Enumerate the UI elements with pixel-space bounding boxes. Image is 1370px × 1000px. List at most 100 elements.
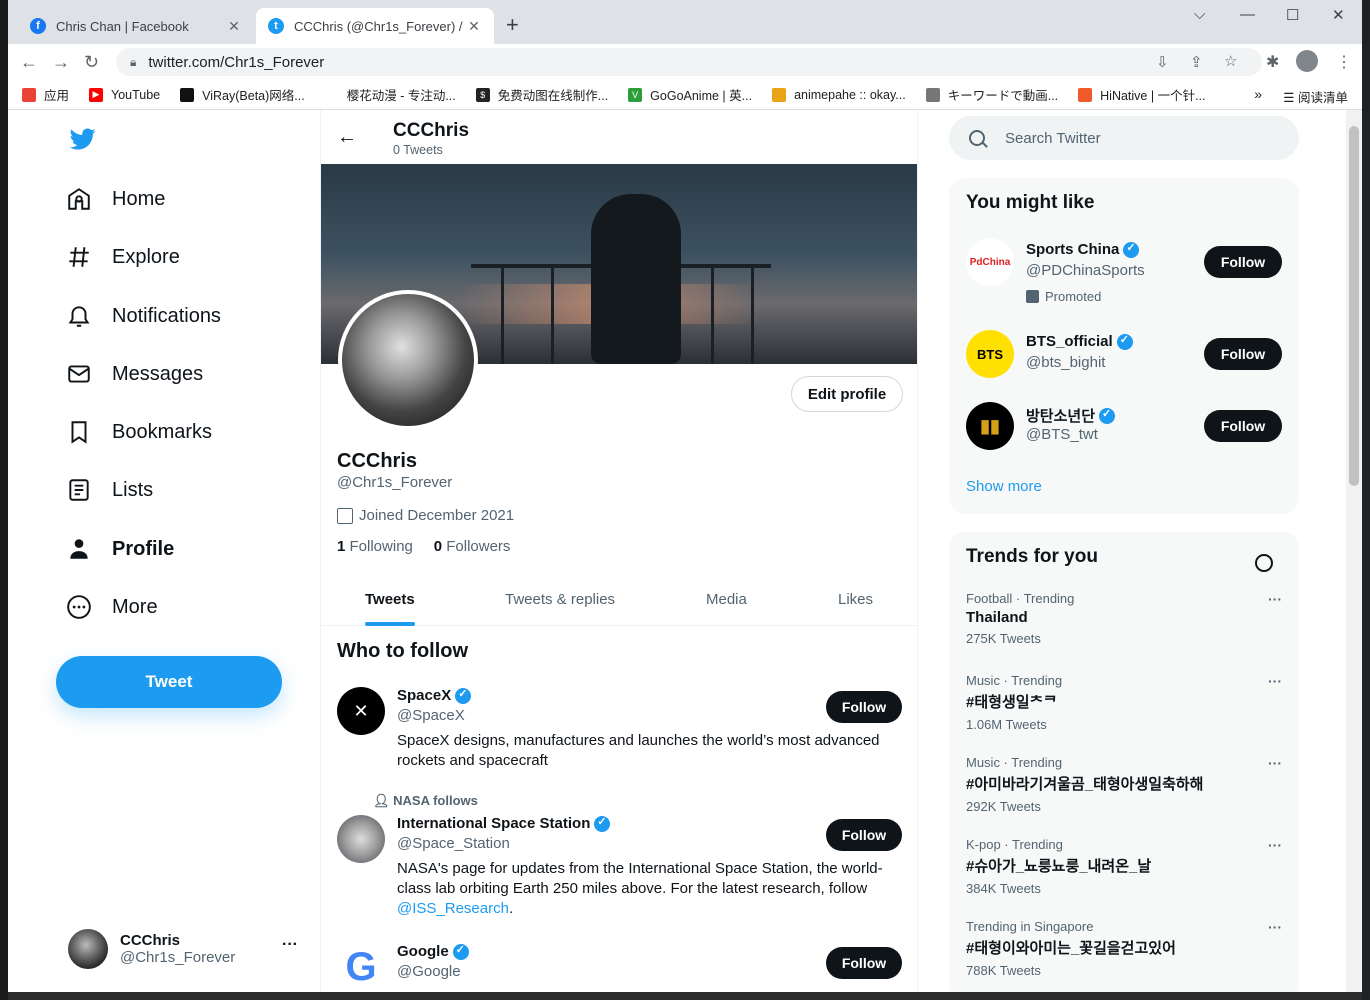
nav-lists[interactable]: Lists (66, 465, 153, 515)
more-dots-icon[interactable]: ··· (1268, 919, 1282, 935)
person-icon: 👤︎ (373, 793, 394, 808)
account-handle: @Space_Station (397, 835, 510, 852)
bookmark-youtube[interactable]: ▶ YouTube (89, 87, 161, 102)
gogoanime-icon: V (628, 87, 643, 102)
pdchina-logo-icon: PdChina (966, 238, 1014, 286)
share-icon[interactable]: ⇪ (1190, 53, 1203, 71)
reload-icon[interactable]: ↻ (84, 52, 99, 73)
bookmark-gogoanime[interactable]: V GoGoAnime | 英... (628, 85, 752, 104)
suggestion-google[interactable]: G Google @Google (337, 943, 903, 992)
minimize-icon[interactable]: — (1240, 6, 1255, 23)
following-link[interactable]: 1 Following (337, 538, 413, 555)
nav-messages[interactable]: Messages (66, 349, 203, 399)
trend-topic: #슈아가_뇨룽뇨룽_내려온_날 (966, 858, 1152, 875)
follow-button[interactable]: Follow (1204, 246, 1282, 278)
tab-media[interactable]: Media (706, 572, 747, 626)
profile-header-bar: ← CCChris 0 Tweets (321, 110, 917, 164)
nav-notifications[interactable]: Notifications (66, 291, 221, 341)
search-input[interactable]: Search Twitter (949, 116, 1299, 160)
follow-button[interactable]: Follow (1204, 338, 1282, 370)
tab-facebook[interactable]: f Chris Chan | Facebook ✕ (18, 8, 254, 44)
tab-tweets-replies[interactable]: Tweets & replies (505, 572, 615, 626)
reading-list[interactable]: ☰ 阅读清单 (1283, 87, 1348, 106)
extensions-puzzle-icon[interactable]: ✱ (1266, 52, 1279, 72)
show-more-link[interactable]: Show more (966, 478, 1042, 495)
more-dots-icon[interactable]: ··· (1268, 673, 1282, 689)
browser-menu-icon[interactable]: ⋮ (1336, 52, 1352, 72)
bookmark-keyword-video[interactable]: キーワードで動画... (925, 85, 1058, 104)
trend-item[interactable]: Music · Trending #아미바라기겨울곰_태형아생일축하해 292K… (966, 755, 1282, 814)
bookmark-apps[interactable]: 应用 (22, 85, 69, 104)
nav-label: Home (112, 187, 166, 210)
trend-item[interactable]: Trending in Singapore #태형이와아미는_꽃길을걷고있어 7… (966, 919, 1282, 978)
profile-avatar[interactable] (338, 290, 478, 430)
tab-likes[interactable]: Likes (838, 572, 873, 626)
suggestion-bts-official[interactable]: BTS BTS_official @bts_bighit Follow (966, 330, 1282, 380)
suggestion-sports-china[interactable]: PdChina Sports China @PDChinaSports Prom… (966, 238, 1282, 310)
suggestion-bts-twt[interactable]: ▮▮ 방탄소년단 @BTS_twt Follow (966, 402, 1282, 452)
gear-icon[interactable] (1255, 554, 1273, 572)
follow-button[interactable]: Follow (826, 819, 902, 851)
twitter-logo-icon[interactable] (68, 126, 98, 152)
nav-profile[interactable]: Profile (66, 524, 174, 574)
suggestion-spacex[interactable]: ✕ SpaceX @SpaceX SpaceX designs, manufac… (337, 687, 903, 787)
yinghua-icon (324, 87, 339, 102)
bookmark-viray[interactable]: ViRay(Beta)网络... (180, 85, 305, 104)
scrollbar-thumb[interactable] (1349, 126, 1359, 486)
tab-tweets[interactable]: Tweets (365, 572, 415, 626)
follow-button[interactable]: Follow (1204, 410, 1282, 442)
bookmark-label: 免费动图在线制作... (497, 89, 609, 103)
page-scrollbar[interactable] (1346, 110, 1362, 992)
browser-profile-avatar[interactable] (1296, 50, 1318, 72)
nav-more[interactable]: More (66, 582, 158, 632)
account-switcher[interactable]: CCChris @Chr1s_Forever ··· (68, 928, 298, 970)
more-dots-icon[interactable]: ··· (1268, 591, 1282, 607)
dollar-icon: $ (475, 87, 490, 102)
close-icon[interactable]: ✕ (466, 18, 482, 35)
tab-search-chevron-icon[interactable]: ⌵ (1194, 6, 1205, 23)
follow-button[interactable]: Follow (826, 947, 902, 979)
trend-item[interactable]: Music · Trending #태형생일ᄎᄏ 1.06M Tweets ··… (966, 673, 1282, 732)
maximize-icon[interactable]: ☐ (1286, 6, 1299, 24)
promoted-label: Promoted (1026, 289, 1101, 304)
twitter-icon: t (268, 18, 284, 34)
verified-badge-icon (455, 687, 472, 704)
more-circle-icon (67, 595, 91, 619)
back-arrow-icon[interactable]: ← (337, 126, 357, 149)
close-window-icon[interactable]: ✕ (1332, 6, 1345, 24)
bookmark-gif-maker[interactable]: $ 免费动图在线制作... (475, 85, 609, 104)
address-bar[interactable]: 🔒︎ twitter.com/Chr1s_Forever ⇩ ⇪ ☆ (116, 48, 1262, 76)
nav-label: Bookmarks (112, 420, 213, 443)
mention-link[interactable]: @ISS_Research (397, 900, 509, 917)
tweet-button[interactable]: Tweet (56, 656, 282, 708)
suggestion-iss[interactable]: 👤︎ NASA follows International Space Stat… (337, 793, 903, 925)
more-dots-icon[interactable]: ··· (1268, 837, 1282, 853)
bookmark-yinghua[interactable]: 樱花动漫 - 专注动... (324, 85, 456, 104)
bookmark-hinative[interactable]: HiNative | 一个针... (1078, 85, 1206, 104)
star-icon[interactable]: ☆ (1224, 52, 1237, 70)
nav-explore[interactable]: Explore (66, 232, 180, 282)
followers-link[interactable]: 0 Followers (434, 538, 511, 555)
follow-button[interactable]: Follow (826, 691, 902, 723)
bookmark-animepahe[interactable]: animepahe :: okay... (772, 87, 906, 102)
trend-item[interactable]: K-pop · Trending #슈아가_뇨룽뇨룽_내려온_날 384K Tw… (966, 837, 1282, 896)
header-name: CCChris (393, 120, 470, 141)
bookmark-label: YouTube (111, 87, 161, 102)
spacex-avatar: ✕ (337, 687, 385, 735)
verified-badge-icon (452, 943, 469, 960)
tab-twitter[interactable]: t CCChris (@Chr1s_Forever) / Tw ✕ (256, 8, 494, 44)
forward-arrow-icon[interactable]: → (52, 52, 70, 73)
account-handle: @bts_bighit (1026, 354, 1106, 371)
nav-bookmarks[interactable]: Bookmarks (66, 407, 212, 457)
more-dots-icon[interactable]: ··· (1268, 755, 1282, 771)
edit-profile-button[interactable]: Edit profile (791, 376, 903, 412)
nav-home[interactable]: Home (66, 174, 165, 224)
trend-item[interactable]: Football · Trending Thailand 275K Tweets… (966, 591, 1282, 646)
search-placeholder: Search Twitter (1005, 129, 1101, 147)
install-icon[interactable]: ⇩ (1156, 53, 1169, 71)
bookmarks-overflow-icon[interactable]: » (1254, 86, 1262, 102)
new-tab-plus-icon[interactable]: + (506, 14, 519, 36)
back-arrow-icon[interactable]: ← (20, 52, 38, 73)
close-icon[interactable]: ✕ (226, 18, 242, 35)
more-dots-icon[interactable]: ··· (282, 936, 298, 954)
